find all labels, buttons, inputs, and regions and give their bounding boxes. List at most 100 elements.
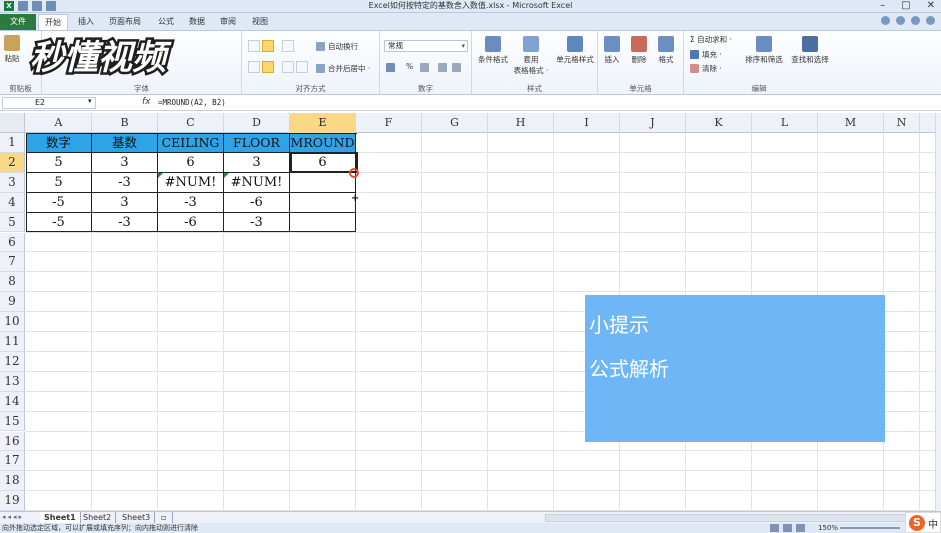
- increase-indent-button[interactable]: [296, 61, 308, 73]
- tab-formulas[interactable]: 公式: [152, 14, 180, 30]
- column-header-n[interactable]: N: [884, 113, 920, 133]
- table-cell[interactable]: -3: [224, 212, 290, 233]
- currency-button[interactable]: [386, 63, 395, 72]
- column-header-d[interactable]: D: [224, 113, 290, 133]
- vertical-scrollbar[interactable]: [935, 113, 941, 511]
- minimize-ribbon-icon[interactable]: [881, 16, 890, 25]
- row-header-7[interactable]: 7: [0, 252, 25, 273]
- row-header-15[interactable]: 15: [0, 411, 25, 432]
- percent-button[interactable]: %: [406, 62, 413, 71]
- table-header-cell[interactable]: FLOOR: [224, 133, 290, 153]
- column-header-f[interactable]: F: [356, 113, 422, 133]
- tab-insert[interactable]: 插入: [72, 14, 100, 30]
- table-cell[interactable]: -6: [158, 212, 224, 233]
- insert-cells-button[interactable]: 插入: [601, 36, 623, 65]
- merge-center-button[interactable]: 合并后居中 ·: [316, 63, 370, 74]
- column-header-m[interactable]: M: [818, 113, 884, 133]
- tab-file[interactable]: 文件: [0, 14, 36, 30]
- conditional-format-button[interactable]: 条件格式: [474, 36, 512, 65]
- table-cell[interactable]: 5: [26, 152, 92, 173]
- decrease-decimal-button[interactable]: [452, 63, 461, 72]
- align-top-button[interactable]: [248, 40, 260, 52]
- ime-indicator[interactable]: S 中: [905, 512, 941, 533]
- row-header-9[interactable]: 9: [0, 292, 25, 313]
- row-header-5[interactable]: 5: [0, 212, 25, 233]
- column-header-h[interactable]: H: [488, 113, 554, 133]
- wrap-text-button[interactable]: 自动换行: [316, 41, 358, 52]
- column-header-i[interactable]: I: [554, 113, 620, 133]
- table-cell[interactable]: #NUM!: [158, 172, 224, 193]
- page-break-view-icon[interactable]: [796, 524, 805, 532]
- close-button[interactable]: ✕: [927, 0, 935, 12]
- formula-input[interactable]: =MROUND(A2, B2): [158, 98, 226, 107]
- table-cell[interactable]: 3: [92, 152, 158, 173]
- insert-function-button[interactable]: fx: [142, 97, 151, 107]
- row-header-16[interactable]: 16: [0, 431, 25, 452]
- find-select-button[interactable]: 查找和选择: [786, 36, 834, 65]
- table-header-cell[interactable]: 基数: [92, 133, 158, 153]
- tab-page-layout[interactable]: 页面布局: [103, 14, 147, 30]
- delete-cells-button[interactable]: 删除: [628, 36, 650, 65]
- table-header-cell[interactable]: MROUND: [290, 133, 356, 153]
- table-cell[interactable]: -6: [224, 192, 290, 213]
- tab-data[interactable]: 数据: [183, 14, 211, 30]
- select-all-button[interactable]: [0, 113, 25, 133]
- minimize-button[interactable]: –: [880, 0, 885, 12]
- row-header-12[interactable]: 12: [0, 351, 25, 372]
- window-close-icon[interactable]: [926, 16, 935, 25]
- table-cell[interactable]: 5: [26, 172, 92, 193]
- page-layout-view-icon[interactable]: [783, 524, 792, 532]
- autosum-button[interactable]: Σ 自动求和 ·: [690, 34, 732, 45]
- window-minimize-icon[interactable]: [911, 16, 920, 25]
- row-header-18[interactable]: 18: [0, 471, 25, 492]
- table-cell[interactable]: -3: [92, 172, 158, 193]
- column-header-a[interactable]: A: [26, 113, 92, 133]
- help-icon[interactable]: [896, 16, 905, 25]
- fill-handle[interactable]: [349, 168, 359, 178]
- name-box-dropdown-icon[interactable]: ▾: [88, 97, 92, 105]
- cell-styles-button[interactable]: 单元格样式: [552, 36, 598, 65]
- comma-button[interactable]: [420, 63, 429, 72]
- horizontal-scrollbar[interactable]: [545, 514, 935, 522]
- column-header-e[interactable]: E: [290, 113, 356, 133]
- column-header-k[interactable]: K: [686, 113, 752, 133]
- table-cell[interactable]: 6: [158, 152, 224, 173]
- table-cell[interactable]: -5: [26, 192, 92, 213]
- row-header-19[interactable]: 19: [0, 491, 25, 512]
- row-header-14[interactable]: 14: [0, 391, 25, 412]
- sort-filter-button[interactable]: 排序和筛选: [740, 36, 788, 65]
- row-header-8[interactable]: 8: [0, 272, 25, 293]
- table-cell[interactable]: [290, 192, 356, 213]
- table-header-cell[interactable]: 数字: [26, 133, 92, 153]
- name-box[interactable]: E2: [2, 97, 96, 109]
- tab-view[interactable]: 视图: [246, 14, 274, 30]
- column-header-c[interactable]: C: [158, 113, 224, 133]
- row-header-17[interactable]: 17: [0, 451, 25, 472]
- table-cell[interactable]: 3: [224, 152, 290, 173]
- increase-decimal-button[interactable]: [438, 63, 447, 72]
- sheet-nav-icon[interactable]: ◂◂◂▸: [2, 513, 24, 521]
- maximize-button[interactable]: □: [901, 0, 910, 12]
- row-header-11[interactable]: 11: [0, 332, 25, 352]
- orientation-button[interactable]: [282, 40, 294, 52]
- column-header-j[interactable]: J: [620, 113, 686, 133]
- zoom-slider[interactable]: [840, 527, 900, 529]
- row-header-10[interactable]: 10: [0, 312, 25, 332]
- column-header-g[interactable]: G: [422, 113, 488, 133]
- table-cell[interactable]: [290, 172, 356, 193]
- tab-review[interactable]: 审阅: [214, 14, 242, 30]
- table-cell[interactable]: #NUM!: [224, 172, 290, 193]
- table-cell[interactable]: 3: [92, 192, 158, 213]
- column-header-l[interactable]: L: [752, 113, 818, 133]
- align-left-button[interactable]: [248, 61, 260, 73]
- format-cells-button[interactable]: 格式: [655, 36, 677, 65]
- zoom-level[interactable]: 150%: [818, 523, 838, 533]
- row-header-1[interactable]: 1: [0, 133, 25, 153]
- row-header-13[interactable]: 13: [0, 371, 25, 392]
- table-cell[interactable]: [290, 212, 356, 233]
- table-cell[interactable]: -3: [158, 192, 224, 213]
- row-header-4[interactable]: 4: [0, 192, 25, 213]
- fill-button[interactable]: 填充 ·: [690, 49, 722, 60]
- clear-button[interactable]: 清除 ·: [690, 63, 722, 74]
- decrease-indent-button[interactable]: [282, 61, 294, 73]
